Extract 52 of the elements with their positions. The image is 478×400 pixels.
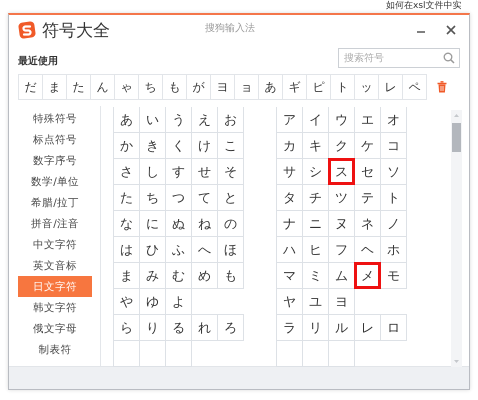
character-cell[interactable]: も: [217, 262, 244, 289]
recent-label: 最近使用: [18, 54, 58, 68]
category-item[interactable]: 特殊符号: [18, 108, 92, 129]
recent-symbol[interactable]: ョ: [234, 74, 259, 100]
delete-button[interactable]: [437, 81, 447, 93]
search-field[interactable]: 搜索符号: [338, 48, 460, 68]
category-item[interactable]: 数字序号: [18, 150, 92, 171]
grid-cell[interactable]: [165, 340, 192, 367]
recent-symbol[interactable]: た: [66, 74, 91, 100]
character-cell[interactable]: ロ: [380, 314, 407, 341]
close-icon: [446, 25, 456, 35]
trash-icon: [437, 81, 447, 93]
recent-symbol[interactable]: ち: [138, 74, 163, 100]
category-item[interactable]: 英文音标: [18, 255, 92, 276]
grid-cell[interactable]: [113, 340, 140, 367]
character-cell[interactable]: れ: [191, 314, 218, 341]
category-item[interactable]: 拼音/注音: [18, 213, 92, 234]
recent-symbol[interactable]: ト: [330, 74, 355, 100]
category-item[interactable]: 制表符: [18, 339, 92, 360]
character-cell[interactable]: メ: [354, 262, 381, 289]
recent-symbol[interactable]: ゃ: [114, 74, 139, 100]
grid-cell[interactable]: [328, 340, 355, 367]
category-item[interactable]: 中文字符: [18, 234, 92, 255]
category-item[interactable]: 俄文字母: [18, 318, 92, 339]
recent-symbol[interactable]: ヨ: [210, 74, 235, 100]
app-name: 搜狗输入法: [205, 22, 255, 35]
background-headline: 如何在xsl文件中实: [386, 1, 462, 12]
character-cell[interactable]: ろ: [217, 314, 244, 341]
recent-symbol[interactable]: ん: [90, 74, 115, 100]
recent-symbol[interactable]: ッ: [354, 74, 379, 100]
category-item[interactable]: 希腊/拉丁: [18, 192, 92, 213]
window-title: 符号大全: [42, 20, 110, 42]
category-item[interactable]: 数学/单位: [18, 171, 92, 192]
recent-symbol[interactable]: も: [162, 74, 187, 100]
character-cell[interactable]: レ: [354, 314, 381, 341]
scrollbar[interactable]: [451, 110, 462, 367]
recent-symbol[interactable]: レ: [378, 74, 403, 100]
recent-symbol[interactable]: ペ: [402, 74, 427, 100]
logo-icon: [18, 21, 36, 39]
category-item[interactable]: 韩文字符: [18, 297, 92, 318]
recent-symbol[interactable]: ピ: [306, 74, 331, 100]
recent-symbol[interactable]: が: [186, 74, 211, 100]
recent-symbol[interactable]: あ: [258, 74, 283, 100]
category-item[interactable]: 标点符号: [18, 129, 92, 150]
search-icon: [443, 52, 455, 64]
character-cell[interactable]: モ: [380, 262, 407, 289]
character-cell[interactable]: ス: [328, 158, 355, 185]
scrollbar-thumb[interactable]: [452, 123, 461, 152]
recent-symbol[interactable]: ま: [42, 74, 67, 100]
grid-cell[interactable]: [276, 340, 303, 367]
recent-symbol[interactable]: だ: [18, 74, 43, 100]
recent-symbol[interactable]: ギ: [282, 74, 307, 100]
